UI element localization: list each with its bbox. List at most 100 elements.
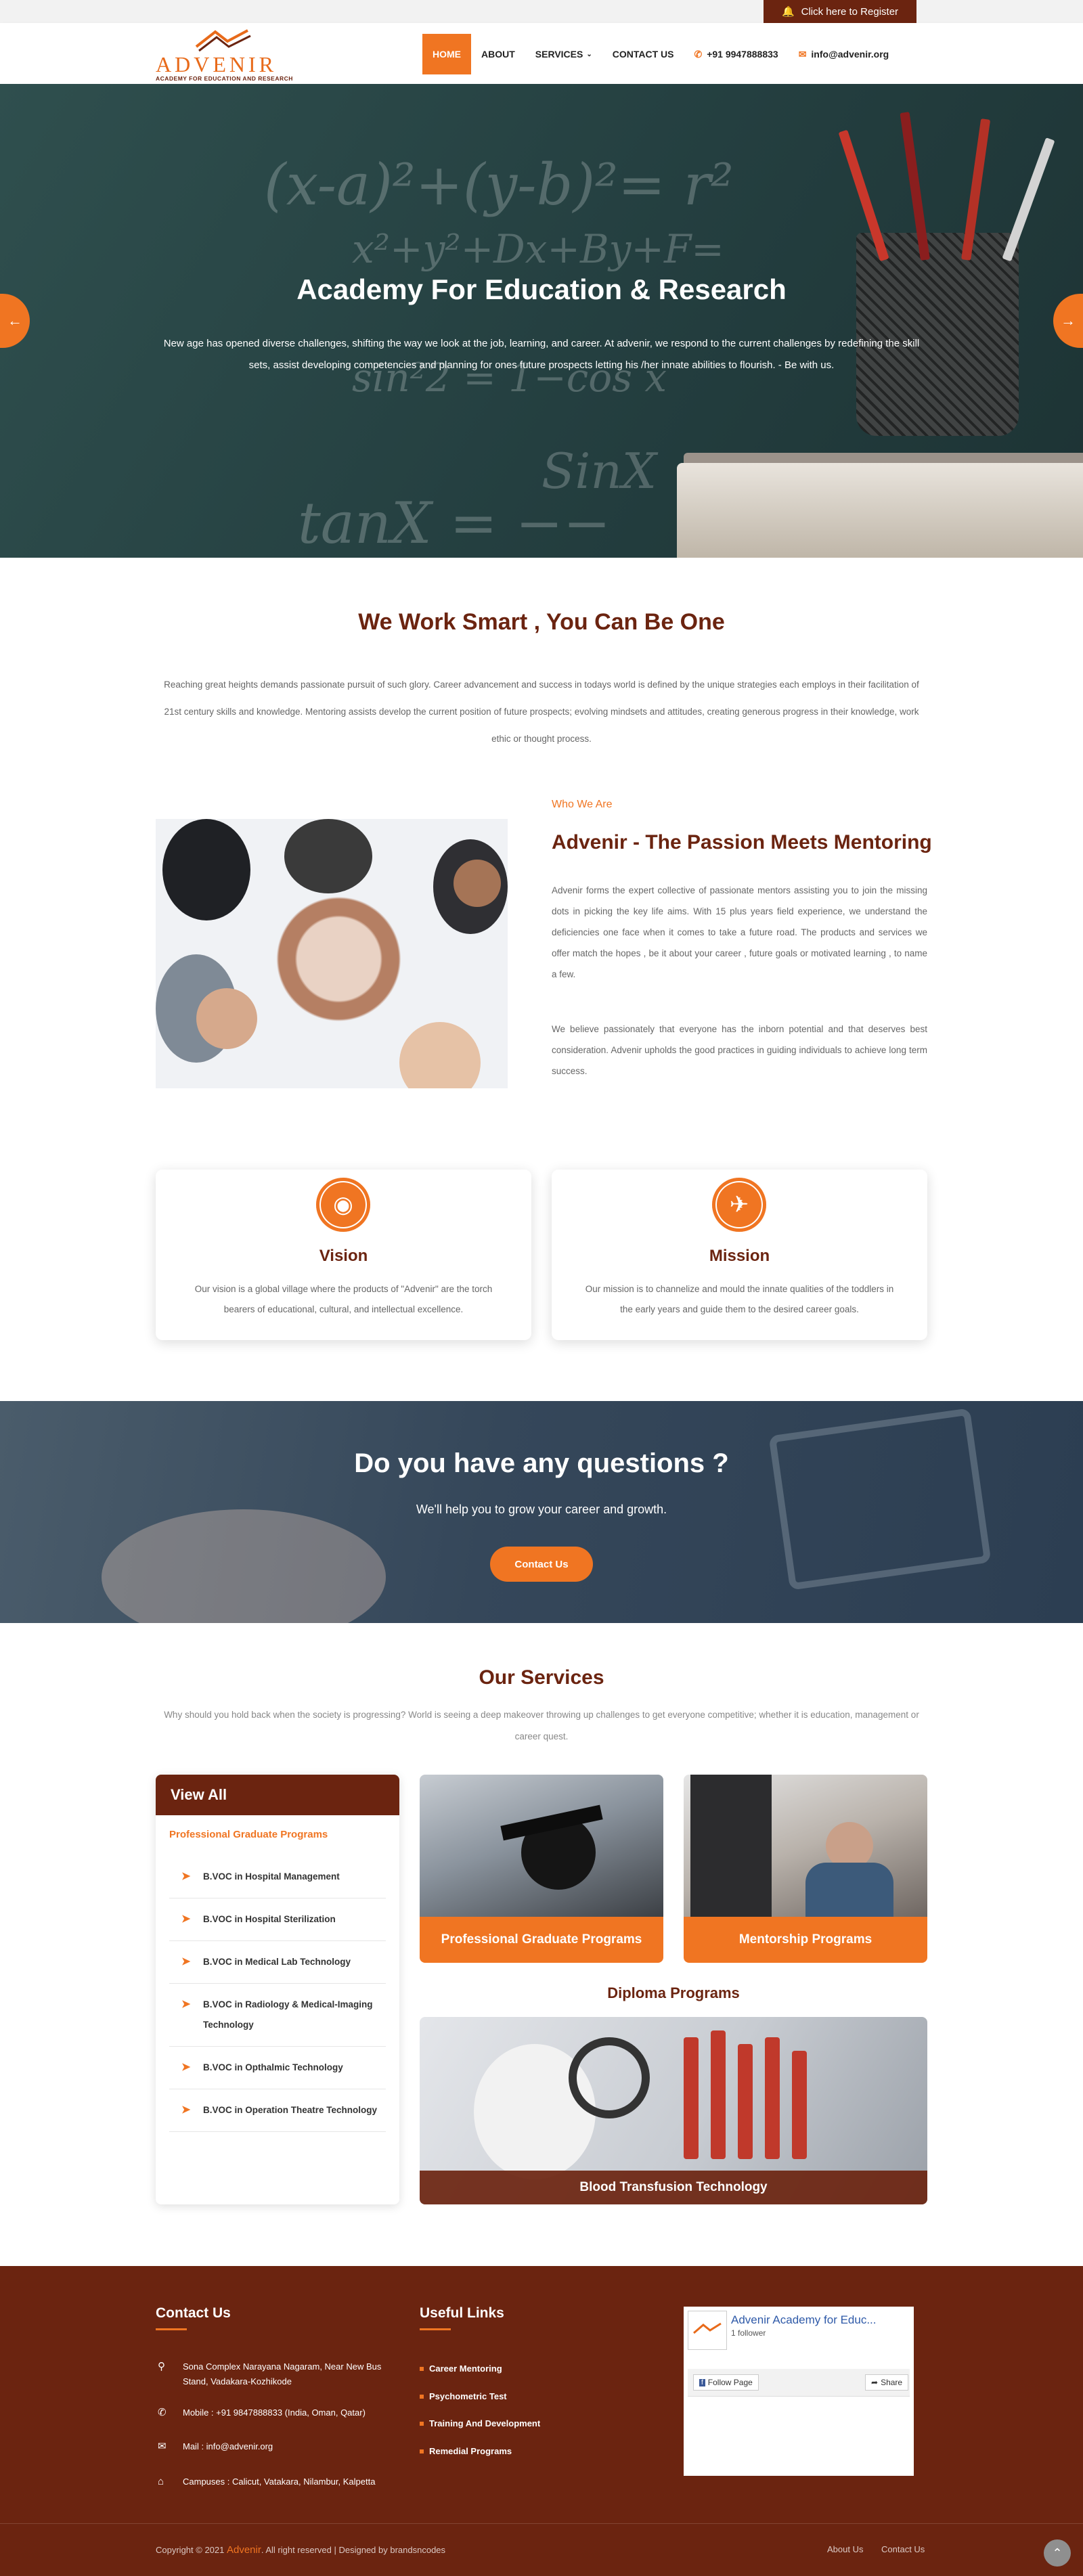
site-logo[interactable]: ADVENIR ACADEMY FOR EDUCATION AND RESEAR… [156, 26, 293, 82]
mail-text: Mail : info@advenir.org [183, 2441, 273, 2451]
address-text: Sona Complex Narayana Nagaram, Near New … [183, 2361, 382, 2386]
contact-us-button[interactable]: Contact Us [490, 1547, 593, 1582]
facebook-cover-area [688, 2396, 910, 2472]
program-list-item[interactable]: ➤ B.VOC in Operation Theatre Technology [169, 2089, 386, 2132]
classroom-image [684, 1775, 927, 1918]
footer-link-career-mentoring[interactable]: Career Mentoring [420, 2363, 502, 2374]
footer: Contact Us ⚲ Sona Complex Narayana Nagar… [0, 2266, 1083, 2576]
arrow-right-icon: → [1061, 312, 1076, 329]
copyright-prefix: Copyright © 2021 [156, 2545, 225, 2555]
follow-label: Follow Page [707, 2378, 753, 2387]
footer-bottom-about[interactable]: About Us [827, 2544, 863, 2554]
send-icon: ➤ [181, 2104, 191, 2116]
pencil-image [1002, 137, 1055, 262]
phone-icon: ✆ [158, 2407, 167, 2418]
chevron-up-icon: ⌃ [1052, 2546, 1063, 2560]
professional-programs-label: Professional Graduate Programs [420, 1917, 663, 1963]
nav-services-label: SERVICES [535, 49, 583, 60]
blood-transfusion-label: Blood Transfusion Technology [420, 2171, 927, 2204]
vision-text: Our vision is a global village where the… [194, 1284, 493, 1314]
register-button[interactable]: 🔔 Click here to Register [764, 0, 916, 23]
mentorship-programs-card[interactable]: Mentorship Programs [684, 1775, 927, 1963]
about-title: Advenir - The Passion Meets Mentoring [552, 831, 932, 853]
program-list-item[interactable]: ➤ B.VOC in Medical Lab Technology [169, 1941, 386, 1984]
map-pin-icon: ⚲ [158, 2361, 165, 2372]
mentorship-programs-label: Mentorship Programs [684, 1917, 927, 1963]
chalkboard-decoration: (x-a)²+(y-b)²= r² [264, 152, 734, 218]
vision-title: Vision [319, 1247, 368, 1265]
hero-subtitle: New age has opened diverse challenges, s… [163, 338, 920, 371]
top-strip: 🔔 Click here to Register [0, 0, 1083, 23]
footer-link-training[interactable]: Training And Development [420, 2418, 540, 2428]
facebook-page-avatar[interactable] [688, 2311, 727, 2350]
about-paragraph-1: Advenir forms the expert collective of p… [552, 885, 927, 979]
questions-subtitle: We'll help you to grow your career and g… [416, 1503, 667, 1516]
footer-mail[interactable]: ✉ Mail : info@advenir.org [156, 2439, 406, 2454]
footer-link-psychometric-test[interactable]: Psychometric Test [420, 2391, 507, 2401]
footer-address: ⚲ Sona Complex Narayana Nagaram, Near Ne… [156, 2359, 406, 2389]
footer-bottom-contact[interactable]: Contact Us [881, 2544, 925, 2554]
program-list-item[interactable]: ➤ B.VOC in Opthalmic Technology [169, 2047, 386, 2089]
send-icon: ➤ [181, 1871, 191, 1882]
send-icon: ➤ [181, 1956, 191, 1968]
footer-mobile: ✆ Mobile : +91 9847888833 (India, Oman, … [156, 2405, 406, 2420]
envelope-icon: ✉ [798, 48, 807, 60]
facebook-follow-button[interactable]: f Follow Page [693, 2374, 759, 2391]
footer-underline [156, 2328, 187, 2330]
logo-mark-icon [693, 2322, 722, 2334]
view-all-category[interactable]: Professional Graduate Programs [156, 1815, 399, 1840]
send-icon: ➤ [181, 1999, 191, 2010]
view-all-heading[interactable]: View All [156, 1775, 399, 1815]
program-list[interactable]: ➤ B.VOC in Hospital Management ➤ B.VOC in … [156, 1856, 399, 2140]
program-label: B.VOC in Radiology & Medical-Imaging Tec… [203, 1999, 373, 2030]
copyright: Copyright © 2021 Advenir. All right rese… [156, 2544, 445, 2556]
facebook-page-widget: Advenir Academy for Educ... 1 follower f… [684, 2307, 914, 2476]
nav-phone-label: +91 9947888833 [707, 49, 778, 60]
blood-transfusion-card[interactable]: Blood Transfusion Technology [420, 2017, 927, 2204]
chalkboard-decoration: tanX = −− [298, 490, 611, 556]
facebook-page-name[interactable]: Advenir Academy for Educ... [731, 2313, 907, 2327]
arrow-left-icon: ← [7, 312, 22, 329]
scroll-to-top-button[interactable]: ⌃ [1044, 2539, 1071, 2567]
logo-mark-icon [195, 29, 251, 52]
nav-home[interactable]: HOME [422, 34, 471, 74]
logo-word: ADVENIR [156, 52, 277, 76]
program-list-item[interactable]: ➤ B.VOC in Hospital Management [169, 1856, 386, 1898]
program-label: B.VOC in Hospital Sterilization [203, 1914, 336, 1924]
footer-underline [420, 2328, 451, 2330]
main-nav: HOME ABOUT SERVICES ⌄ CONTACT US ✆ +91 9… [422, 34, 899, 74]
hand-decoration [102, 1509, 386, 1623]
envelope-icon: ✉ [158, 2441, 167, 2452]
institution-icon: ⌂ [158, 2476, 164, 2487]
about-paragraph-2: We believe passionately that everyone ha… [552, 1024, 927, 1076]
program-label: B.VOC in Hospital Management [203, 1871, 340, 1882]
graduate-image [420, 1775, 663, 1918]
facebook-icon: f [699, 2378, 705, 2386]
logo-tagline: ACADEMY FOR EDUCATION AND RESEARCH [156, 75, 293, 82]
campuses-text: Campuses : Calicut, Vatakara, Nilambur, … [183, 2477, 376, 2487]
diploma-title: Diploma Programs [607, 1984, 740, 2001]
program-list-item[interactable]: ➤ B.VOC in Radiology & Medical-Imaging Te… [169, 1984, 386, 2047]
nav-email[interactable]: ✉ info@advenir.org [789, 34, 900, 74]
view-all-panel: View All Professional Graduate Programs … [156, 1775, 399, 2204]
hero-slider: (x-a)²+(y-b)²= r² x²+y²+Dx+By+F= sin²2 =… [0, 84, 1083, 558]
nav-email-label: info@advenir.org [811, 49, 889, 60]
nav-services[interactable]: SERVICES ⌄ [525, 34, 602, 74]
nav-phone[interactable]: ✆ +91 9947888833 [684, 34, 788, 74]
intro-title: We Work Smart , You Can Be One [358, 609, 725, 635]
nav-about[interactable]: ABOUT [471, 34, 525, 74]
facebook-share-button[interactable]: ➦ Share [865, 2374, 909, 2391]
program-list-item[interactable]: ➤ B.VOC in Hospital Sterilization [169, 1898, 386, 1941]
services-subtitle: Why should you hold back when the societ… [164, 1710, 919, 1741]
professional-programs-card[interactable]: Professional Graduate Programs [420, 1775, 663, 1963]
eye-icon: ◉ [316, 1178, 370, 1232]
register-label: Click here to Register [801, 5, 899, 18]
chevron-down-icon: ⌄ [586, 50, 592, 58]
copyright-brand[interactable]: Advenir [227, 2544, 261, 2556]
facebook-action-bar: f Follow Page ➦ Share [688, 2369, 910, 2396]
footer-link-remedial[interactable]: Remedial Programs [420, 2446, 512, 2456]
books-image [677, 463, 1083, 558]
mission-text: Our mission is to channelize and mould t… [585, 1284, 894, 1314]
mobile-text: Mobile : +91 9847888833 (India, Oman, Qa… [183, 2407, 366, 2418]
nav-contact[interactable]: CONTACT US [602, 34, 684, 74]
